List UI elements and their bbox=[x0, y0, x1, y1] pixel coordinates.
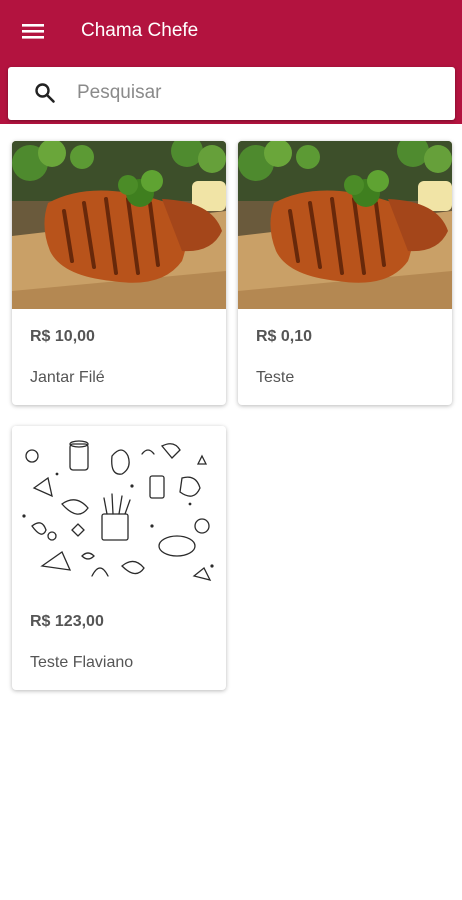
product-image bbox=[12, 426, 226, 594]
product-card[interactable]: R$ 0,10 Teste bbox=[238, 141, 452, 405]
menu-button[interactable] bbox=[20, 18, 46, 44]
app-title: Chama Chefe bbox=[81, 20, 199, 41]
product-price: R$ 10,00 bbox=[30, 328, 95, 345]
product-price: R$ 123,00 bbox=[30, 613, 104, 630]
product-name: Jantar Filé bbox=[30, 369, 105, 386]
product-card[interactable]: R$ 123,00 Teste Flaviano bbox=[12, 426, 226, 690]
product-name: Teste bbox=[256, 369, 295, 386]
hamburger-menu-icon bbox=[22, 24, 44, 39]
product-image bbox=[238, 141, 452, 309]
search-icon bbox=[35, 83, 55, 103]
search-bar[interactable] bbox=[8, 67, 455, 120]
product-price: R$ 0,10 bbox=[256, 328, 313, 345]
product-image bbox=[12, 141, 226, 309]
product-grid: R$ 10,00 Jantar Filé R$ 0,10 Teste R$ 12… bbox=[0, 124, 462, 900]
app-bar: Chama Chefe bbox=[0, 0, 462, 124]
search-input[interactable] bbox=[68, 77, 438, 109]
product-card[interactable]: R$ 10,00 Jantar Filé bbox=[12, 141, 226, 405]
product-name: Teste Flaviano bbox=[30, 654, 134, 671]
